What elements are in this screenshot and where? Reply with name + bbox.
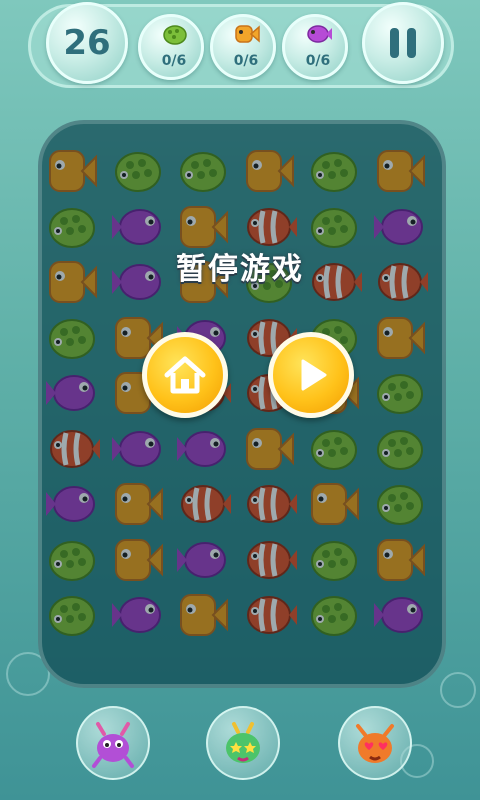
resume-button[interactable] [268,332,354,418]
pause-icon-bar [407,28,416,58]
moves-counter: 26 [46,2,128,84]
home-icon [164,356,206,394]
goal-count: 0/6 [305,53,331,69]
goal-orange-fish: 0/6 [210,14,276,80]
background-bubble [440,672,476,708]
play-icon [301,359,327,391]
pause-icon [390,28,399,58]
heart-eyed-crab-booster-icon [356,724,394,763]
home-button[interactable] [142,332,228,418]
booster-purple-crab[interactable] [76,706,150,780]
starry-eyed-creature-booster-icon [226,722,260,763]
pause-button[interactable] [362,2,444,84]
purple-crab-booster-icon [92,722,134,768]
pause-title: 暂停游戏 [176,252,304,287]
turtle-goal-icon [163,25,187,45]
orange-fish-goal-icon [235,25,260,43]
booster-heart-crab[interactable] [338,706,412,780]
goal-count: 0/6 [161,53,187,69]
goal-turtle: 0/6 [138,14,204,80]
pause-overlay [38,120,446,688]
goal-purple-fish: 0/6 [282,14,348,80]
purple-fish-goal-icon [307,25,332,43]
booster-starry-creature[interactable] [206,706,280,780]
moves-left-value: 26 [63,23,111,63]
goal-count: 0/6 [233,53,259,69]
